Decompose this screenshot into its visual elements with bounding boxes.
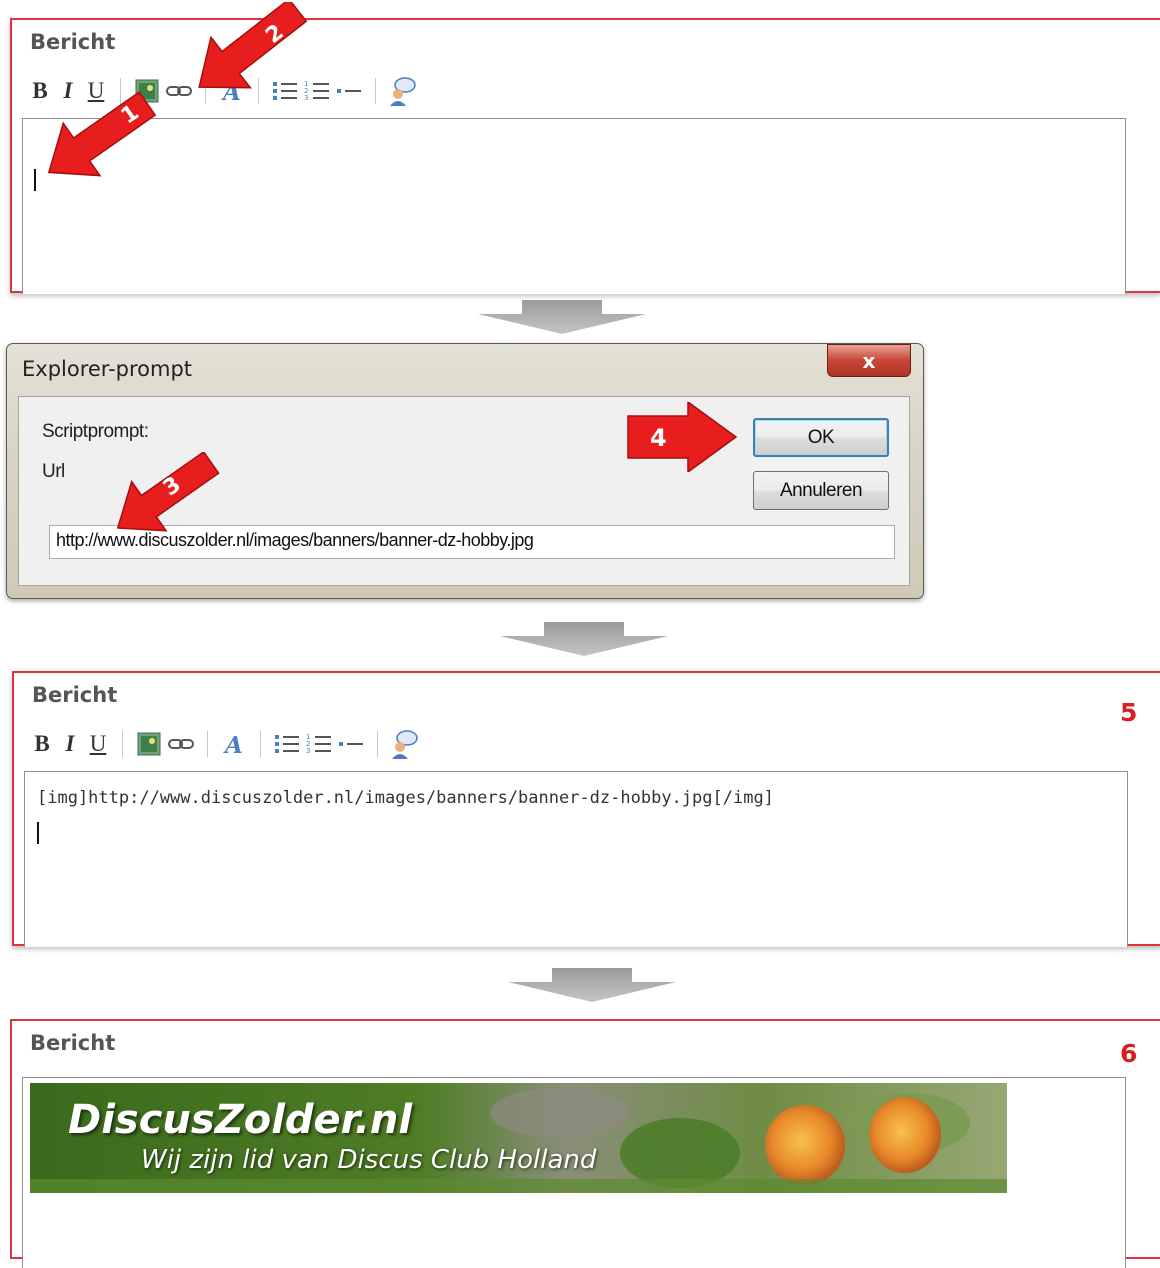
annotation-number: 4: [650, 424, 667, 452]
horizontal-rule-icon[interactable]: [333, 76, 365, 106]
toolbar-divider: [377, 731, 378, 757]
annotation-arrow-3: 3: [116, 452, 220, 532]
annotation-arrow-1: 1: [47, 91, 157, 177]
link-icon[interactable]: [165, 729, 197, 759]
image-icon[interactable]: [133, 729, 165, 759]
flow-arrow-down-icon: [508, 968, 676, 1002]
bold-button[interactable]: B: [28, 729, 56, 759]
horizontal-rule-icon[interactable]: [335, 729, 367, 759]
close-button[interactable]: x: [827, 344, 911, 377]
quote-user-icon[interactable]: [386, 76, 418, 106]
panel-title: Bericht: [32, 683, 118, 707]
dialog-title: Explorer-prompt: [22, 357, 193, 381]
discuszolder-banner-image: DiscusZolder.nl Wij zijn lid van Discus …: [30, 1083, 1007, 1193]
toolbar-divider: [260, 731, 261, 757]
message-textarea[interactable]: [22, 118, 1126, 294]
banner-subtitle: Wij zijn lid van Discus Club Holland: [141, 1145, 597, 1175]
step-number: 6: [1120, 1039, 1138, 1068]
message-textarea[interactable]: [img]http://www.discuszolder.nl/images/b…: [24, 771, 1128, 947]
toolbar-divider: [207, 731, 208, 757]
text-caret: [37, 822, 39, 844]
toolbar-divider: [122, 731, 123, 757]
panel-title: Bericht: [30, 30, 116, 54]
svg-text:A: A: [223, 732, 243, 756]
svg-text:3: 3: [306, 747, 310, 755]
ok-button[interactable]: OK: [753, 418, 889, 457]
preview-panel: Bericht 6 DiscusZolder.nl Wij zijn lid v…: [10, 1019, 1160, 1268]
font-color-icon[interactable]: A: [218, 729, 250, 759]
banner-title: DiscusZolder.nl: [68, 1097, 413, 1143]
quote-user-icon[interactable]: [388, 729, 420, 759]
annotation-arrow-2: 2: [198, 2, 308, 89]
flow-arrow-down-icon: [500, 622, 668, 656]
bullet-list-icon[interactable]: [271, 729, 303, 759]
script-prompt-label: Scriptprompt:: [42, 421, 149, 442]
editor-toolbar: B I U A 123: [28, 727, 420, 761]
close-icon: x: [862, 348, 876, 373]
annotation-arrow-4: 4: [627, 402, 738, 472]
toolbar-divider: [375, 78, 376, 104]
editor-panel-with-bbcode: Bericht 5 B I U A 123 [img]http://www.di…: [12, 671, 1160, 947]
italic-button[interactable]: I: [56, 729, 84, 759]
bbcode-content: [img]http://www.discuszolder.nl/images/b…: [37, 788, 774, 808]
cancel-button[interactable]: Annuleren: [753, 471, 889, 510]
flow-arrow-down-icon: [478, 300, 646, 334]
step-number: 5: [1120, 698, 1138, 727]
underline-button[interactable]: U: [84, 729, 112, 759]
panel-title: Bericht: [30, 1031, 116, 1055]
url-label: Url: [42, 461, 65, 482]
numbered-list-icon[interactable]: 123: [303, 729, 335, 759]
